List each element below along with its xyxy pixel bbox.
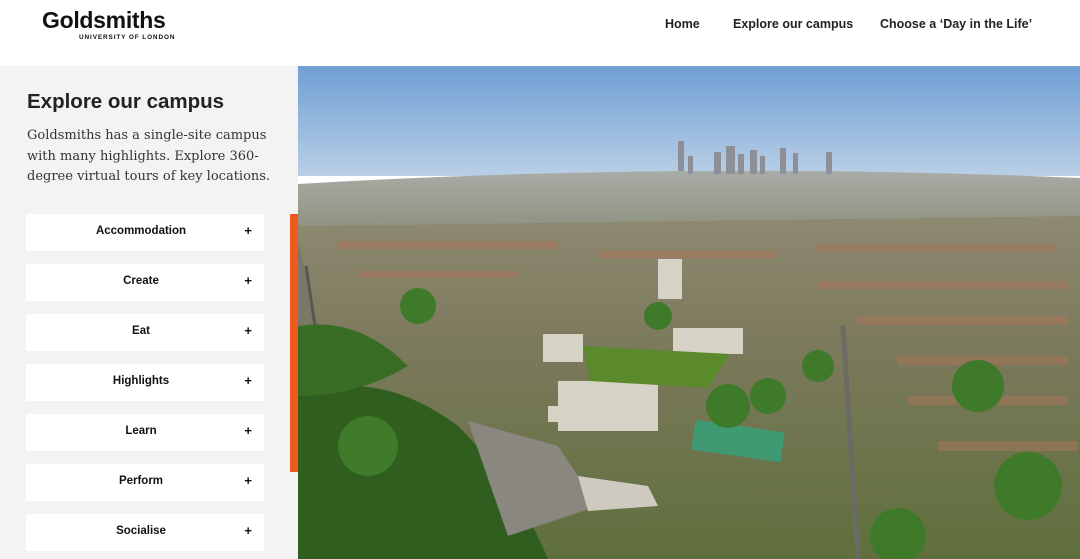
- page-description: Goldsmiths has a single-site campus with…: [27, 128, 271, 184]
- logo-subtitle: UNIVERSITY OF LONDON: [79, 34, 176, 41]
- plus-icon: +: [244, 373, 252, 388]
- scroll-indicator[interactable]: [290, 214, 298, 472]
- accordion-highlights[interactable]: Highlights +: [26, 364, 264, 401]
- nav-day-in-the-life[interactable]: Choose a ‘Day in the Life’: [880, 17, 1032, 33]
- plus-icon: +: [244, 223, 252, 238]
- goldsmiths-logo[interactable]: Goldsmiths UNIVERSITY OF LONDON: [42, 8, 182, 44]
- accordion-label: Create: [123, 275, 159, 287]
- accordion-label: Learn: [125, 425, 157, 437]
- plus-icon: +: [244, 523, 252, 538]
- nav-explore-campus[interactable]: Explore our campus: [733, 17, 853, 33]
- accordion-accommodation[interactable]: Accommodation +: [26, 214, 264, 251]
- accordion-label: Highlights: [112, 375, 170, 387]
- plus-icon: +: [244, 323, 252, 338]
- accordion-socialise[interactable]: Socialise +: [26, 514, 264, 551]
- sidebar: Explore our campus Goldsmiths has a sing…: [0, 66, 298, 559]
- site-header: Goldsmiths UNIVERSITY OF LONDON Home Exp…: [0, 0, 1080, 66]
- plus-icon: +: [244, 473, 252, 488]
- accordion-label: Accommodation: [95, 225, 187, 237]
- accordion-create[interactable]: Create +: [26, 264, 264, 301]
- accordion-label: Perform: [118, 475, 164, 487]
- aerial-illustration: [298, 66, 1080, 559]
- nav-home[interactable]: Home: [665, 17, 700, 33]
- accordion-perform[interactable]: Perform +: [26, 464, 264, 501]
- logo-wordmark: Goldsmiths: [42, 7, 166, 33]
- accordion-learn[interactable]: Learn +: [26, 414, 264, 451]
- accordion-label: Eat: [132, 325, 150, 337]
- plus-icon: +: [244, 273, 252, 288]
- page-title: Explore our campus: [27, 90, 225, 113]
- plus-icon: +: [244, 423, 252, 438]
- accordion-eat[interactable]: Eat +: [26, 314, 264, 351]
- campus-aerial-photo: [298, 66, 1080, 559]
- accordion-label: Socialise: [116, 525, 166, 537]
